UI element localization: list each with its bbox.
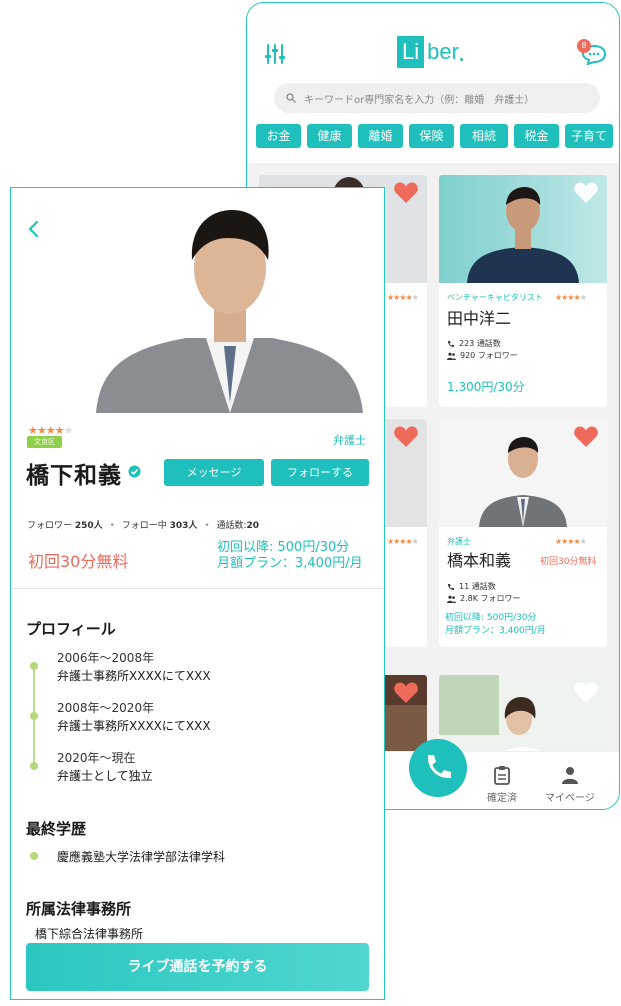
people-icon <box>447 595 456 603</box>
logo-dot <box>459 57 463 61</box>
rating-stars: ★★★★★ <box>387 293 419 302</box>
people-icon <box>447 352 456 360</box>
timeline-dot <box>30 662 38 670</box>
followers-value: 250人 <box>74 521 103 531</box>
category-chip[interactable]: お金 <box>256 124 301 148</box>
category-chip[interactable]: 税金 <box>514 124 559 148</box>
profile-stats: フォロワー 250人 • フォロー中 303人 • 通話数:20 <box>27 521 260 531</box>
timeline-dot <box>30 712 38 720</box>
timeline-dot <box>30 762 38 770</box>
category-chip[interactable]: 離婚 <box>358 124 403 148</box>
tab-label: 確定済 <box>487 793 517 804</box>
category-chip[interactable]: 相続 <box>460 124 508 148</box>
category-chip[interactable]: 子育て <box>565 124 613 148</box>
rating-stars: ★★★★★ <box>555 293 587 302</box>
call-count-text: 11 通話数 <box>459 582 496 591</box>
app-header: Li ber 8 キーワードor専門家名を入力（例：離婚 弁護士） お金 健康 … <box>247 3 619 163</box>
favorite-heart-icon[interactable] <box>393 425 419 449</box>
category-chip[interactable]: 保険 <box>409 124 454 148</box>
clipboard-icon <box>494 766 510 785</box>
category-bar: お金 健康 離婚 保険 相続 税金 子育て <box>256 124 613 148</box>
profile-photo <box>96 188 363 413</box>
followers-label: フォロワー <box>27 521 73 531</box>
expert-name: 田中洋二 <box>447 309 512 328</box>
category-chip[interactable]: 健康 <box>307 124 352 148</box>
expert-card[interactable]: 弁護士 ★★★★★ 橋本和義 初回30分無料 11 通話数 2.8K フォロワー… <box>439 419 607 647</box>
favorite-heart-icon[interactable] <box>573 425 599 449</box>
tab-mypage[interactable]: マイページ <box>545 765 595 804</box>
timeline-text: 弁護士事務所XXXXにてXXX <box>57 719 211 733</box>
timeline-year: 2006年〜2008年 <box>57 651 155 665</box>
profile-heading: プロフィール <box>26 620 116 638</box>
expert-role: ベンチャーキャピタリスト <box>447 293 543 302</box>
logo-mark: Li <box>397 36 425 68</box>
notification-badge: 8 <box>577 39 591 53</box>
call-button[interactable] <box>409 739 467 797</box>
message-button[interactable]: メッセージ <box>164 459 264 486</box>
tab-label: マイページ <box>545 793 595 804</box>
timeline-text: 弁護士事務所XXXXにてXXX <box>57 669 211 683</box>
follower-count: 920 フォロワー <box>447 350 518 361</box>
call-count: 11 通話数 <box>447 581 496 592</box>
rating-stars: ★★★★★ <box>555 537 587 546</box>
expert-name: 橋本和義 <box>447 551 512 570</box>
timeline-year: 2020年〜現在 <box>57 751 136 765</box>
search-placeholder: キーワードor専門家名を入力（例：離婚 弁護士） <box>304 94 535 106</box>
calls-value: 20 <box>246 521 260 531</box>
following-value: 303人 <box>169 521 198 531</box>
favorite-heart-icon[interactable] <box>573 681 599 705</box>
filter-icon[interactable] <box>264 43 286 65</box>
follow-button[interactable]: フォローする <box>271 459 369 486</box>
follower-count: 2.8K フォロワー <box>447 593 521 604</box>
follower-count-text: 2.8K フォロワー <box>460 594 521 603</box>
person-icon <box>561 767 578 784</box>
phone-icon <box>448 583 454 590</box>
price-line: 月額プラン：3,400円/月 <box>217 556 363 571</box>
expert-name: 橋下和義 <box>26 463 122 489</box>
calls-label: 通話数: <box>216 521 247 531</box>
education-dot <box>30 852 38 860</box>
favorite-heart-icon[interactable] <box>393 181 419 205</box>
firm-text: 橋下綜合法律事務所 <box>35 927 144 941</box>
free-offer: 初回30分無料 <box>540 557 597 567</box>
firm-heading: 所属法律事務所 <box>26 900 132 918</box>
education-heading: 最終学歴 <box>26 820 87 838</box>
reserve-live-call-button[interactable]: ライブ通話を予約する <box>26 943 369 991</box>
app-logo: Li ber <box>397 36 463 68</box>
price-line: 初回以降: 500円/30分 <box>445 613 537 623</box>
timeline-text: 弁護士として独立 <box>57 769 153 783</box>
tab-confirmed[interactable]: 確定済 <box>487 765 517 804</box>
timeline-year: 2008年〜2020年 <box>57 701 155 715</box>
following-label: フォロー中 <box>121 521 167 531</box>
follower-count-text: 920 フォロワー <box>460 351 518 360</box>
expert-role: 弁護士 <box>333 434 366 447</box>
expert-card[interactable]: ベンチャーキャピタリスト ★★★★★ 田中洋二 223 通話数 920 フォロワ… <box>439 175 607 407</box>
price-line: 月額プラン：3,400円/月 <box>445 626 546 636</box>
favorite-heart-icon[interactable] <box>573 181 599 205</box>
back-arrow-icon[interactable] <box>27 220 39 238</box>
free-offer: 初回30分無料 <box>28 552 129 571</box>
location-badge: 文京区 <box>27 436 62 448</box>
call-count: 223 通話数 <box>447 338 501 349</box>
price-info: 初回以降: 500円/30分 月額プラン：3,400円/月 <box>217 540 363 572</box>
divider <box>11 588 384 589</box>
search-input[interactable]: キーワードor専門家名を入力（例：離婚 弁護士） <box>274 83 600 113</box>
price-line: 初回以降: 500円/30分 <box>217 540 350 555</box>
expert-role: 弁護士 <box>447 537 471 546</box>
phone-icon <box>448 340 454 347</box>
search-icon <box>286 93 296 103</box>
verified-badge-icon <box>128 465 141 478</box>
education-text: 慶應義塾大学法律学部法律学科 <box>57 850 226 864</box>
profile-screen-phone: ★★★★★ 文京区 弁護士 橋下和義 メッセージ フォローする フォロワー 25… <box>10 187 385 1000</box>
logo-text: ber <box>427 39 459 64</box>
expert-price: 1,300円/30分 <box>447 380 525 394</box>
call-count-text: 223 通話数 <box>459 339 501 348</box>
favorite-heart-icon[interactable] <box>393 681 419 705</box>
phone-icon <box>427 755 451 779</box>
rating-stars: ★★★★★ <box>387 537 419 546</box>
